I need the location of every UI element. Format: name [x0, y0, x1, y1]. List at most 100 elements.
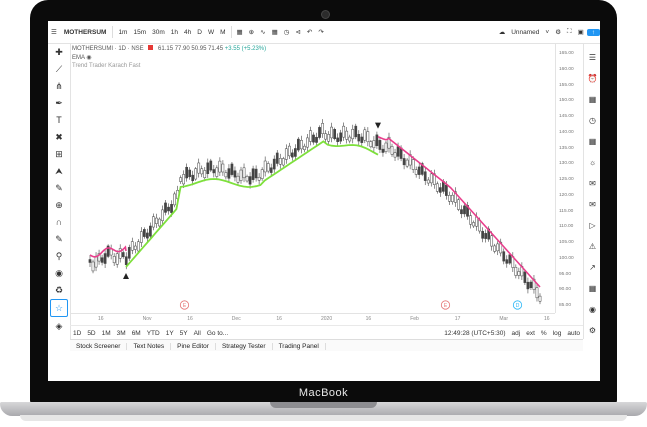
- layers-icon[interactable]: ◈: [51, 318, 67, 334]
- streams-icon[interactable]: ▷: [586, 218, 600, 232]
- star-icon[interactable]: ☆: [50, 299, 68, 317]
- candle-body: [91, 261, 95, 272]
- time-tick-label: Mar: [499, 316, 509, 322]
- candle-body: [363, 129, 367, 141]
- calculator-icon[interactable]: ▦: [586, 281, 600, 295]
- fullscreen-icon[interactable]: ⛶: [564, 28, 575, 36]
- time-tick-label: 16: [544, 316, 550, 322]
- range-1y[interactable]: 1Y: [163, 330, 177, 337]
- candle-body: [248, 176, 252, 185]
- replay-icon[interactable]: ⊲: [292, 28, 303, 36]
- arrow-icon[interactable]: ⮝: [51, 163, 67, 179]
- publish-icon[interactable]: ↑: [586, 28, 600, 36]
- chevron-down-icon[interactable]: ˅: [542, 29, 552, 36]
- menu-icon[interactable]: ☰: [48, 28, 60, 36]
- candle-body: [185, 166, 188, 179]
- alarm-clock-icon[interactable]: ⏰: [586, 71, 600, 85]
- redo-icon[interactable]: ↷: [315, 28, 326, 36]
- laptop-notch: [270, 402, 377, 408]
- text-icon[interactable]: T: [51, 112, 67, 128]
- candle-body: [158, 218, 161, 227]
- interval-15m[interactable]: 15m: [130, 29, 149, 36]
- range-1d[interactable]: 1D: [70, 330, 84, 337]
- range-1m[interactable]: 1M: [99, 330, 114, 337]
- snapshot-icon[interactable]: ▣: [575, 28, 587, 36]
- candle-body: [188, 169, 192, 178]
- range-list: 1D 5D 1M 3M 6M YTD 1Y 5Y All: [70, 330, 204, 337]
- candle-body: [203, 170, 207, 179]
- layout-name[interactable]: Unnamed: [508, 29, 542, 36]
- messages-icon[interactable]: ✉: [586, 197, 600, 211]
- candle-body: [448, 195, 451, 202]
- magnet-icon[interactable]: ∩: [51, 214, 67, 230]
- eye-icon[interactable]: ◉: [51, 265, 67, 281]
- interval-4h[interactable]: 4h: [181, 29, 194, 36]
- hotlist-icon[interactable]: ↗: [586, 260, 600, 274]
- chat-icon[interactable]: ✉: [586, 176, 600, 190]
- symbol-search[interactable]: MOTHERSUM: [60, 29, 111, 36]
- candle-body: [161, 209, 164, 221]
- cloud-icon[interactable]: ☁: [496, 28, 509, 36]
- interval-1m[interactable]: 1m: [115, 29, 130, 36]
- scale-option[interactable]: adj: [509, 330, 524, 337]
- panel-tab[interactable]: Stock Screener: [70, 342, 128, 350]
- calendar-icon[interactable]: ▦: [586, 134, 600, 148]
- scale-option[interactable]: auto: [564, 330, 583, 337]
- idea-icon[interactable]: ☼: [586, 155, 600, 169]
- panel-tab[interactable]: Strategy Tester: [216, 342, 273, 350]
- lock-drawing-icon[interactable]: ✎: [51, 231, 67, 247]
- compare-icon[interactable]: ⊕: [246, 28, 257, 36]
- range-5y[interactable]: 5Y: [177, 330, 191, 337]
- panel-tab[interactable]: Pine Editor: [171, 342, 216, 350]
- panel-tab[interactable]: Trading Panel: [273, 342, 326, 350]
- price-tick-label: 100.00: [559, 255, 574, 261]
- range-all[interactable]: All: [191, 330, 204, 337]
- candle-body: [378, 140, 382, 150]
- trendline-icon[interactable]: ⟋: [51, 61, 67, 77]
- watchlist-icon[interactable]: ☰: [586, 50, 600, 64]
- interval-m[interactable]: M: [217, 29, 228, 36]
- candle-body: [200, 168, 204, 175]
- ruler-icon[interactable]: ✎: [51, 180, 67, 196]
- scale-option[interactable]: ext: [523, 330, 538, 337]
- bell-icon[interactable]: ⚠: [586, 239, 600, 253]
- forecast-icon[interactable]: ⊞: [51, 146, 67, 162]
- brush-icon[interactable]: ✒: [51, 95, 67, 111]
- range-ytd[interactable]: YTD: [144, 330, 163, 337]
- range-3m[interactable]: 3M: [114, 330, 129, 337]
- templates-icon[interactable]: ▦: [269, 28, 281, 36]
- candle-body: [384, 142, 388, 152]
- interval-30m[interactable]: 30m: [149, 29, 168, 36]
- alert-icon[interactable]: ◷: [281, 28, 293, 36]
- goto-button[interactable]: Go to...: [204, 330, 231, 337]
- scale-option[interactable]: %: [538, 330, 550, 337]
- trash-icon[interactable]: ♻: [51, 282, 67, 298]
- price-axis[interactable]: 165.00 160.00 155.00 150.00 145.00 140.00 135.…: [555, 43, 584, 313]
- zoom-icon[interactable]: ⊕: [51, 197, 67, 213]
- price-tick-label: 105.00: [559, 240, 574, 245]
- bar-style-icon[interactable]: ▦: [234, 28, 246, 36]
- timer-icon[interactable]: ◷: [586, 113, 600, 127]
- panel-tab[interactable]: Text Notes: [127, 342, 172, 350]
- interval-w[interactable]: W: [205, 29, 217, 36]
- candle-body: [469, 215, 472, 225]
- data-window-icon[interactable]: ▦: [586, 92, 600, 106]
- price-chart[interactable]: EED: [70, 43, 554, 313]
- help-icon[interactable]: ◉: [586, 302, 600, 316]
- clock-readout[interactable]: 12:49:28 (UTC+5:30): [441, 330, 508, 337]
- scale-option[interactable]: log: [550, 330, 565, 337]
- event-marker-label[interactable]: D: [516, 303, 520, 309]
- range-6m[interactable]: 6M: [129, 330, 144, 337]
- interval-d[interactable]: D: [194, 29, 205, 36]
- indicators-icon[interactable]: ∿: [257, 28, 268, 36]
- gear-icon[interactable]: ⚙: [552, 28, 564, 36]
- settings-icon[interactable]: ⚙: [586, 323, 600, 337]
- interval-1h[interactable]: 1h: [168, 29, 181, 36]
- undo-icon[interactable]: ↶: [304, 28, 315, 36]
- lock-icon[interactable]: ⚲: [51, 248, 67, 264]
- range-5d[interactable]: 5D: [84, 330, 98, 337]
- pattern-icon[interactable]: ✖: [51, 129, 67, 145]
- pitchfork-icon[interactable]: ⋔: [51, 78, 67, 94]
- crosshair-icon[interactable]: ✚: [51, 44, 67, 60]
- candle-body: [514, 267, 518, 276]
